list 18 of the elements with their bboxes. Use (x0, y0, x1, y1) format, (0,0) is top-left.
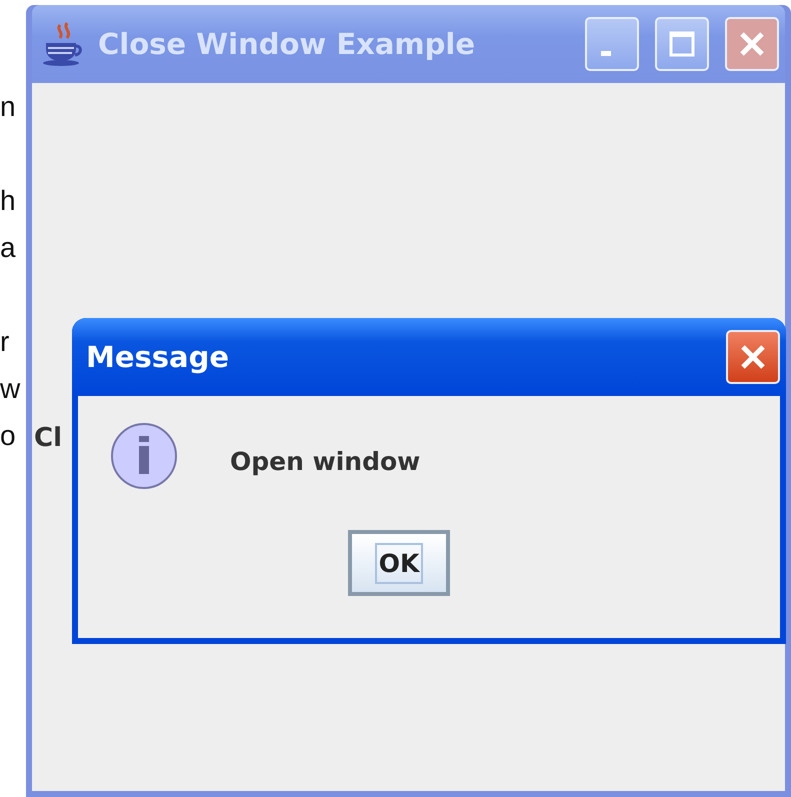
close-button[interactable] (726, 330, 780, 384)
info-icon (110, 422, 180, 492)
maximize-button[interactable] (655, 17, 709, 71)
maximize-icon (667, 29, 697, 59)
window-title: Close Window Example (98, 27, 476, 61)
background-text: a (0, 231, 16, 265)
minimize-button[interactable] (585, 17, 639, 71)
dialog-title: Message (86, 340, 230, 374)
message-text: Open window (230, 446, 420, 476)
close-button[interactable] (725, 17, 779, 71)
ok-button[interactable]: OK (348, 530, 450, 596)
minimize-icon (601, 50, 611, 56)
background-text: w (0, 372, 20, 406)
background-text: o (0, 419, 16, 453)
background-text: r (0, 325, 10, 359)
label: Cl (34, 423, 62, 453)
background-text: n (0, 90, 16, 124)
background-text: h (0, 184, 16, 218)
